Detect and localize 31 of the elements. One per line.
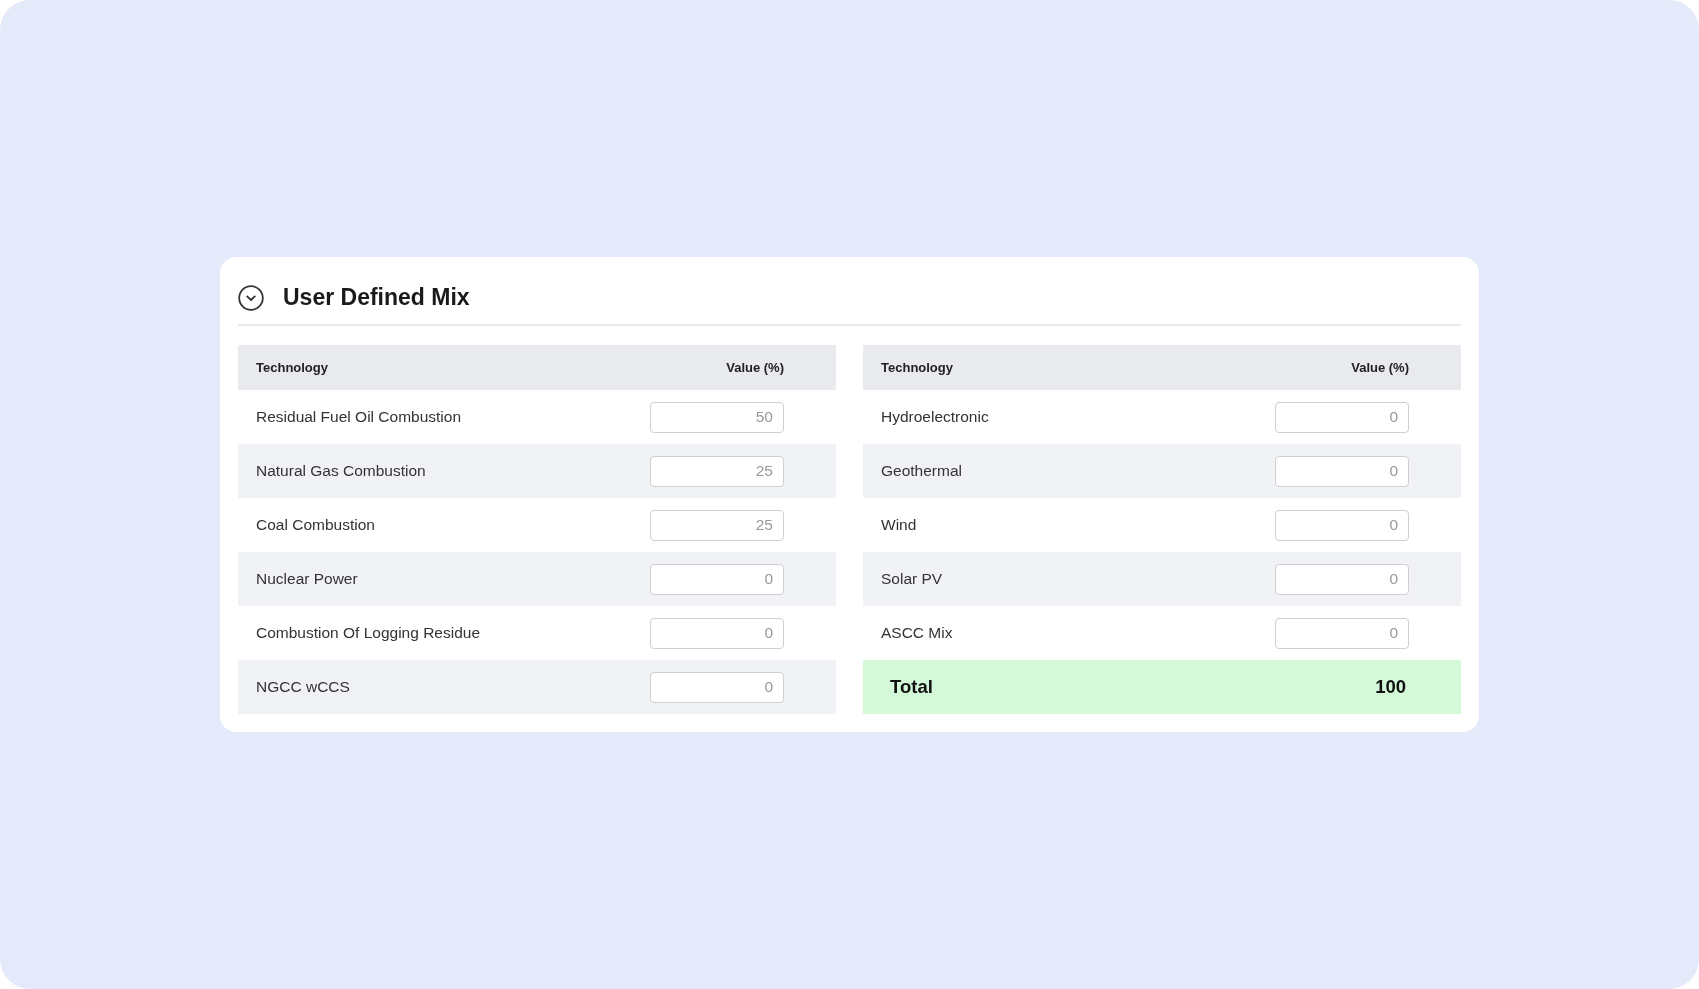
value-input-field[interactable]: 0: [1275, 455, 1409, 487]
technology-label: Natural Gas Combustion: [256, 462, 426, 480]
technology-label: NGCC wCCS: [256, 678, 350, 696]
value-input-field[interactable]: 25: [650, 509, 784, 541]
technology-label: Residual Fuel Oil Combustion: [256, 408, 462, 426]
technology-label: Coal Combustion: [256, 516, 375, 534]
value-input-field[interactable]: 0: [650, 563, 784, 595]
column-header: Technology: [256, 360, 328, 375]
chevron-icon: [238, 284, 264, 311]
value-input-field[interactable]: 0: [1275, 563, 1409, 595]
value-input-field[interactable]: 0: [1275, 509, 1409, 541]
column-header: Technology: [881, 360, 953, 375]
total-label: Total: [890, 676, 933, 698]
collapse-toggle-button[interactable]: [238, 284, 264, 311]
technology-label: Solar PV: [881, 570, 943, 588]
column-header: Value (%): [1351, 360, 1409, 375]
technology-label: Wind: [881, 516, 917, 534]
technology-label: ASCC Mix: [881, 624, 953, 642]
technology-label: Combustion Of Logging Residue: [256, 624, 481, 642]
value-input-field[interactable]: 25: [650, 455, 784, 487]
value-input-field[interactable]: 0: [650, 671, 784, 703]
technology-label: Hydroelectronic: [881, 408, 989, 426]
technology-label: Geothermal: [881, 462, 962, 480]
value-input-field[interactable]: 0: [650, 617, 784, 649]
technology-label: Nuclear Power: [256, 570, 358, 588]
value-input-field[interactable]: 50: [650, 401, 784, 433]
column-header: Value (%): [726, 360, 784, 375]
total-value: 100: [1375, 676, 1406, 698]
panel-title: User Defined Mix: [283, 284, 470, 311]
value-input-field[interactable]: 0: [1275, 401, 1409, 433]
value-input-field[interactable]: 0: [1275, 617, 1409, 649]
